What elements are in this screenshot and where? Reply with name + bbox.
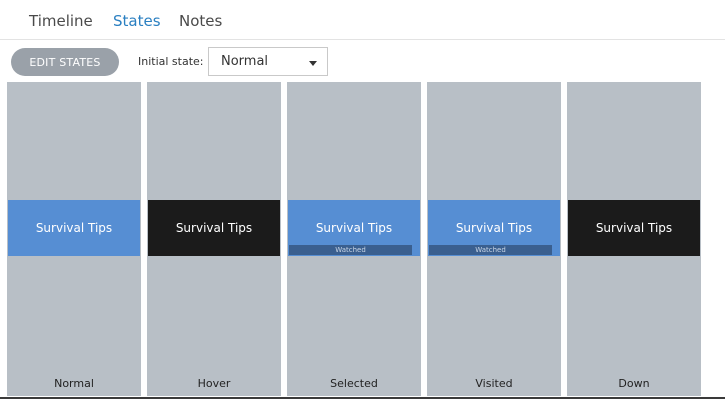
caret-down-icon (309, 61, 317, 66)
watched-badge: Watched (289, 245, 412, 255)
button-preview-label: Survival Tips (175, 221, 253, 235)
button-preview-label: Survival Tips (315, 221, 393, 235)
tab-bar: Timeline States Notes (0, 0, 725, 40)
state-panel-hover[interactable]: Survival Tips Hover (147, 82, 281, 396)
button-preview-label: Survival Tips (595, 221, 673, 235)
edit-states-button[interactable]: EDIT STATES (11, 48, 119, 76)
button-preview-label: Survival Tips (455, 221, 533, 235)
initial-state-value: Normal (221, 54, 269, 69)
button-preview-label: Survival Tips (35, 221, 113, 235)
button-preview: Survival Tips Watched (288, 200, 420, 256)
watched-badge: Watched (429, 245, 552, 255)
state-label: Visited (475, 377, 513, 390)
state-label: Selected (330, 377, 378, 390)
initial-state-select[interactable]: Normal (208, 47, 328, 76)
state-label: Down (618, 377, 650, 390)
bottom-divider (0, 397, 725, 399)
initial-state-label: Initial state: (138, 55, 204, 68)
state-label: Hover (197, 377, 231, 390)
state-panel-down[interactable]: Survival Tips Down (567, 82, 701, 396)
state-panel-selected[interactable]: Survival Tips Watched Selected (287, 82, 421, 396)
state-panel-visited[interactable]: Survival Tips Watched Visited (427, 82, 561, 396)
state-panel-normal[interactable]: Survival Tips Normal (7, 82, 141, 396)
state-label: Normal (54, 377, 94, 390)
tab-timeline[interactable]: Timeline (29, 11, 93, 31)
button-preview: Survival Tips Watched (428, 200, 560, 256)
tab-states[interactable]: States (113, 11, 161, 31)
button-preview: Survival Tips (148, 200, 280, 256)
button-preview: Survival Tips (568, 200, 700, 256)
tab-notes[interactable]: Notes (179, 11, 222, 31)
button-preview: Survival Tips (8, 200, 140, 256)
